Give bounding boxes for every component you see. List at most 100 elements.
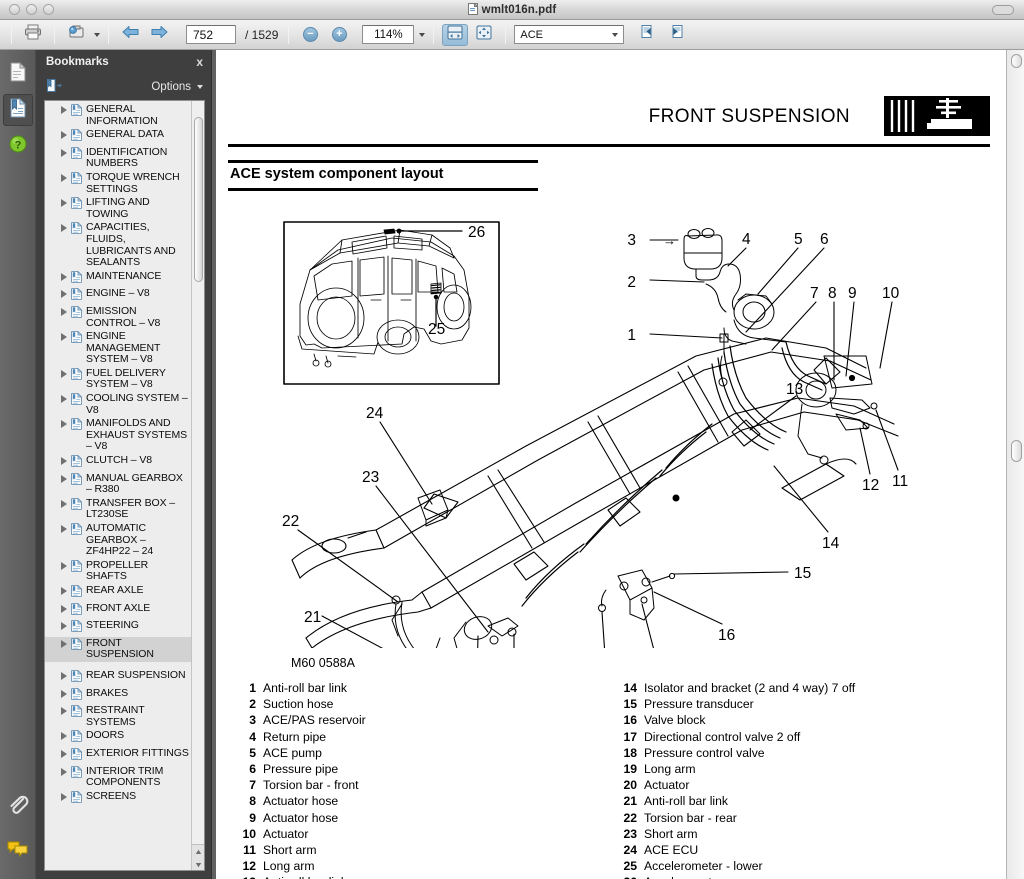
bookmark-item[interactable]: INTERIOR TRIM COMPONENTS [45, 765, 191, 790]
fit-width-button[interactable] [442, 24, 468, 46]
next-page-button[interactable] [146, 24, 172, 46]
zoom-out-button[interactable]: − [297, 24, 323, 46]
expand-triangle-icon[interactable] [61, 106, 67, 114]
document-scroll-up-thumb[interactable] [1011, 54, 1022, 68]
bookmark-item[interactable]: TORQUE WRENCH SETTINGS [45, 171, 191, 196]
bookmarks-list[interactable]: GENERAL INFORMATIONGENERAL DATAIDENTIFIC… [45, 101, 191, 870]
toolbar-toggle-pill[interactable] [992, 5, 1014, 15]
expand-triangle-icon[interactable] [61, 290, 67, 298]
bookmark-item[interactable]: TRANSFER BOX – LT230SE [45, 497, 191, 522]
bookmark-label: FUEL DELIVERY SYSTEM – V8 [86, 368, 189, 391]
bookmark-item[interactable]: CLUTCH – V8 [45, 454, 191, 472]
part-number: 7 [234, 777, 256, 793]
bookmark-item[interactable]: REAR AXLE [45, 584, 191, 602]
bookmarks-scrollbar-thumb[interactable] [194, 117, 203, 282]
expand-triangle-icon[interactable] [61, 199, 67, 207]
scroll-down-arrow[interactable] [192, 858, 205, 871]
bookmark-item[interactable]: FRONT SUSPENSION [45, 637, 191, 662]
bookmark-item[interactable]: EMISSION CONTROL – V8 [45, 305, 191, 330]
attachments-button[interactable] [3, 791, 33, 823]
bookmark-item[interactable]: IDENTIFICATION NUMBERS [45, 146, 191, 171]
find-next-button[interactable] [663, 24, 689, 46]
bookmark-item[interactable]: ENGINE MANAGEMENT SYSTEM – V8 [45, 330, 191, 367]
expand-triangle-icon[interactable] [61, 395, 67, 403]
expand-triangle-icon[interactable] [61, 131, 67, 139]
search-dropdown-caret[interactable] [612, 33, 618, 37]
bookmark-item[interactable]: MAINTENANCE [45, 270, 191, 288]
bookmark-item[interactable]: MANUAL GEARBOX – R380 [45, 472, 191, 497]
expand-triangle-icon[interactable] [61, 793, 67, 801]
bookmarks-panel-button[interactable] [3, 94, 33, 126]
callout-12: 12 [862, 477, 879, 494]
snapshot-dropdown-caret[interactable] [94, 33, 100, 37]
expand-triangle-icon[interactable] [61, 500, 67, 508]
page-number-input[interactable]: 752 [186, 25, 236, 44]
part-name: Actuator [263, 826, 615, 842]
bookmark-item[interactable]: DOORS [45, 729, 191, 747]
expand-triangle-icon[interactable] [61, 562, 67, 570]
expand-triangle-icon[interactable] [61, 525, 67, 533]
expand-bookmarks-icon[interactable] [46, 78, 63, 97]
expand-triangle-icon[interactable] [61, 308, 67, 316]
bookmark-item[interactable]: LIFTING AND TOWING [45, 196, 191, 221]
expand-triangle-icon[interactable] [61, 605, 67, 613]
bookmark-item[interactable]: PROPELLER SHAFTS [45, 559, 191, 584]
expand-triangle-icon[interactable] [61, 273, 67, 281]
toolbar-divider [108, 26, 109, 44]
expand-triangle-icon[interactable] [61, 149, 67, 157]
print-button[interactable] [20, 24, 46, 46]
expand-triangle-icon[interactable] [61, 174, 67, 182]
bookmark-item[interactable]: STEERING [45, 619, 191, 637]
pages-panel-button[interactable] [3, 58, 33, 90]
expand-triangle-icon[interactable] [61, 622, 67, 630]
expand-triangle-icon[interactable] [61, 475, 67, 483]
bookmark-item[interactable]: BRAKES [45, 687, 191, 705]
zoom-level-input[interactable]: 114% [362, 25, 414, 44]
parts-list-row: 6Pressure pipe [234, 761, 615, 777]
expand-triangle-icon[interactable] [61, 370, 67, 378]
find-previous-button[interactable] [634, 24, 660, 46]
search-input[interactable]: ACE [514, 25, 624, 44]
scroll-up-arrow[interactable] [192, 845, 205, 858]
parts-list-row: 18Pressure control valve [615, 745, 996, 761]
bookmark-item[interactable]: FUEL DELIVERY SYSTEM – V8 [45, 367, 191, 392]
bookmark-item[interactable]: COOLING SYSTEM – V8 [45, 392, 191, 417]
previous-page-button[interactable] [117, 24, 143, 46]
toolbar-divider [433, 26, 434, 44]
expand-triangle-icon[interactable] [61, 640, 67, 648]
bookmark-item[interactable]: GENERAL DATA [45, 128, 191, 146]
zoom-in-button[interactable]: + [326, 24, 352, 46]
document-scrollbar[interactable] [1006, 50, 1024, 879]
expand-triangle-icon[interactable] [61, 457, 67, 465]
help-button[interactable]: ? [3, 130, 33, 162]
bookmarks-scroll-arrows[interactable] [192, 844, 205, 870]
expand-triangle-icon[interactable] [61, 333, 67, 341]
document-scrollbar-thumb[interactable] [1011, 440, 1022, 462]
comments-button[interactable] [3, 835, 33, 867]
bookmark-item[interactable]: FRONT AXLE [45, 602, 191, 620]
zoom-dropdown-caret[interactable] [419, 33, 425, 37]
fit-page-button[interactable] [471, 24, 497, 46]
bookmark-item[interactable]: AUTOMATIC GEARBOX – ZF4HP22 – 24 [45, 522, 191, 559]
expand-triangle-icon[interactable] [61, 420, 67, 428]
bookmark-item[interactable]: CAPACITIES, FLUIDS, LUBRICANTS AND SEALA… [45, 221, 191, 269]
bookmark-item[interactable]: REAR SUSPENSION [45, 669, 191, 687]
bookmark-item[interactable]: SCREENS [45, 790, 191, 808]
bookmark-item[interactable]: MANIFOLDS AND EXHAUST SYSTEMS – V8 [45, 417, 191, 454]
expand-triangle-icon[interactable] [61, 750, 67, 758]
bookmark-item[interactable]: EXTERIOR FITTINGS [45, 747, 191, 765]
snapshot-tool-button[interactable] [63, 24, 89, 46]
expand-triangle-icon[interactable] [61, 768, 67, 776]
expand-triangle-icon[interactable] [61, 690, 67, 698]
expand-triangle-icon[interactable] [61, 587, 67, 595]
close-panel-button[interactable]: x [196, 55, 203, 69]
expand-triangle-icon[interactable] [61, 224, 67, 232]
bookmark-item[interactable]: RESTRAINT SYSTEMS [45, 704, 191, 729]
expand-triangle-icon[interactable] [61, 672, 67, 680]
bookmark-item[interactable]: ENGINE – V8 [45, 287, 191, 305]
expand-triangle-icon[interactable] [61, 707, 67, 715]
options-menu-button[interactable]: Options [151, 81, 203, 93]
bookmarks-scrollbar[interactable] [191, 101, 204, 870]
bookmark-item[interactable]: GENERAL INFORMATION [45, 103, 191, 128]
expand-triangle-icon[interactable] [61, 732, 67, 740]
